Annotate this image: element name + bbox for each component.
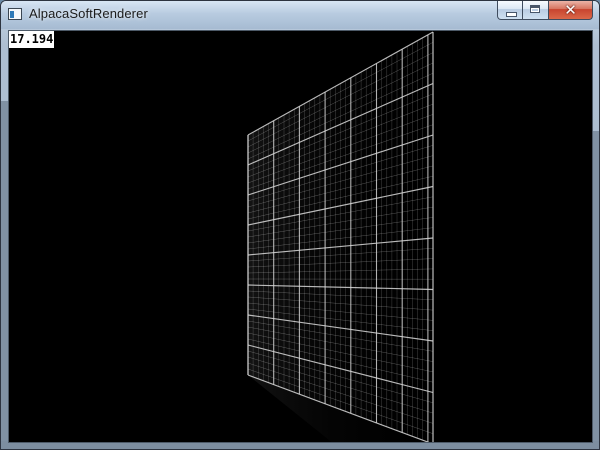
window-title: AlpacaSoftRenderer	[29, 6, 148, 21]
caption-buttons: ✕	[497, 1, 593, 21]
maximize-icon	[530, 5, 540, 13]
close-button[interactable]: ✕	[549, 1, 593, 20]
app-window: AlpacaSoftRenderer ✕ 17.194	[0, 0, 600, 450]
minimize-button[interactable]	[497, 1, 523, 20]
render-viewport[interactable]: 17.194	[8, 30, 593, 443]
rendered-grid-plane	[247, 31, 434, 442]
close-icon: ✕	[564, 1, 577, 19]
title-bar[interactable]: AlpacaSoftRenderer ✕	[1, 1, 599, 29]
app-window-icon	[8, 8, 22, 20]
fps-counter: 17.194	[9, 31, 55, 48]
window-right-frame	[592, 131, 599, 441]
minimize-icon	[506, 12, 517, 17]
window-left-frame	[1, 101, 8, 441]
maximize-button[interactable]	[523, 1, 549, 20]
